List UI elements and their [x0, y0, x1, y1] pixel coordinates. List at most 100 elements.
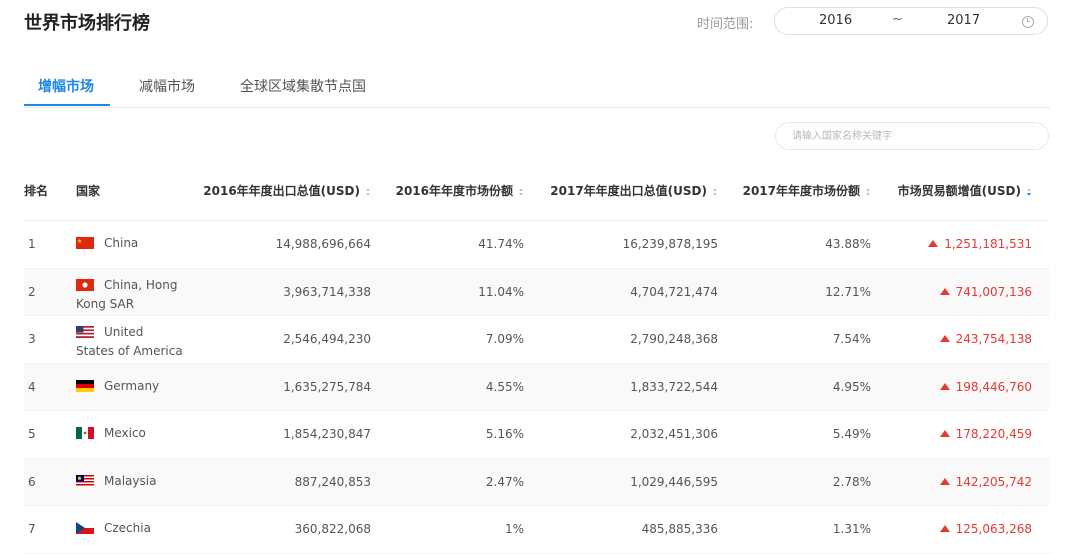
share-2016-cell: 2.47%: [485, 474, 524, 489]
country-name-line2: States of America: [76, 344, 183, 358]
increase-value: 1,251,181,531: [944, 237, 1032, 251]
col-share-2017-label: 2017年年度市场份额: [742, 184, 860, 198]
increase-value: 142,205,742: [955, 474, 1032, 489]
table-row: 4 Germany 1,635,275,784 4.55% 1,833,722,…: [24, 363, 1049, 411]
trade-increase-cell: 142,205,742: [939, 474, 1032, 489]
country-name-line2: Kong SAR: [76, 296, 135, 311]
range-end[interactable]: 2017: [947, 13, 980, 28]
rank-cell: 5: [28, 427, 36, 441]
rank-cell: 4: [28, 379, 36, 394]
active-tab-indicator: [24, 104, 110, 106]
cz-flag-icon: [76, 522, 94, 534]
country-cell: China: [76, 234, 196, 253]
export-2016-cell: 887,240,853: [294, 474, 371, 489]
trade-increase-cell: 243,754,138: [939, 332, 1032, 346]
time-range-label: 时间范围:: [697, 17, 754, 32]
table-row: 3 United States of America 2,546,494,230 …: [24, 316, 1049, 364]
col-export-2017-label: 2017年年度出口总值(USD): [550, 184, 707, 198]
increase-value: 243,754,138: [955, 332, 1032, 346]
rank-cell: 3: [28, 332, 36, 346]
tab-increase-market[interactable]: 增幅市场: [38, 76, 94, 96]
sort-icon[interactable]: [519, 187, 524, 196]
mx-flag-icon: [76, 427, 94, 439]
table-row: 1 China 14,988,696,664 41.74% 16,239,878…: [24, 221, 1049, 269]
export-2017-cell: 1,833,722,544: [630, 379, 718, 394]
export-2016-cell: 1,854,230,847: [283, 427, 371, 441]
export-2016-cell: 14,988,696,664: [275, 237, 371, 251]
col-export-2016-label: 2016年年度出口总值(USD): [203, 184, 360, 198]
up-arrow-icon: [939, 477, 950, 485]
export-2016-cell: 360,822,068: [294, 522, 371, 536]
share-2017-cell: 1.31%: [832, 522, 871, 536]
share-2016-cell: 7.09%: [485, 332, 524, 346]
table-header: 排名 国家 2016年年度出口总值(USD) 2016年年度市场份额 2017年…: [24, 168, 1049, 221]
my-flag-icon: [76, 474, 94, 487]
country-name: Czechia: [104, 521, 151, 535]
share-2017-cell: 7.54%: [832, 332, 871, 346]
export-2016-cell: 3,963,714,338: [283, 284, 371, 299]
share-2017-cell: 2.78%: [832, 474, 871, 489]
col-country: 国家: [76, 184, 101, 198]
col-export-2017[interactable]: 2017年年度出口总值(USD): [550, 182, 718, 199]
share-2016-cell: 1%: [504, 522, 524, 536]
up-arrow-icon: [939, 430, 950, 437]
country-cell: China, Hong Kong SAR: [76, 276, 196, 314]
increase-value: 741,007,136: [955, 284, 1032, 299]
share-2017-cell: 43.88%: [825, 237, 871, 251]
country-name: Mexico: [104, 426, 146, 440]
increase-value: 125,063,268: [955, 522, 1032, 536]
col-share-2016-label: 2016年年度市场份额: [395, 184, 513, 198]
increase-value: 178,220,459: [955, 427, 1032, 441]
export-2017-cell: 4,704,721,474: [630, 284, 718, 299]
table-body: 1 China 14,988,696,664 41.74% 16,239,878…: [24, 221, 1049, 554]
sort-icon[interactable]: [713, 187, 718, 196]
tab-distribution-hub[interactable]: 全球区域集散节点国: [240, 76, 366, 96]
table-row: 6 Malaysia 887,240,853 2.47% 1,029,446,5…: [24, 458, 1049, 506]
rank-cell: 1: [28, 237, 36, 251]
up-arrow-icon: [939, 525, 950, 532]
country-name: Germany: [104, 378, 160, 393]
page-title: 世界市场排行榜: [24, 13, 150, 34]
trade-increase-cell: 178,220,459: [939, 427, 1032, 441]
rank-cell: 7: [28, 522, 36, 536]
trade-increase-cell: 741,007,136: [939, 284, 1032, 299]
tab-decrease-market[interactable]: 减幅市场: [139, 76, 195, 96]
share-2016-cell: 41.74%: [478, 237, 524, 251]
country-cell: Mexico: [76, 424, 196, 443]
country-name-line1: China, Hong: [104, 277, 178, 292]
col-share-2017[interactable]: 2017年年度市场份额: [743, 182, 871, 199]
country-cell: Germany: [76, 377, 196, 396]
share-2017-cell: 4.95%: [832, 379, 871, 394]
export-2017-cell: 1,029,446,595: [630, 474, 718, 489]
sort-icon[interactable]: [1027, 187, 1032, 196]
up-arrow-icon: [939, 335, 950, 342]
col-export-2016[interactable]: 2016年年度出口总值(USD): [203, 182, 371, 199]
share-2017-cell: 12.71%: [825, 284, 871, 299]
rank-cell: 2: [28, 284, 36, 299]
date-range-picker[interactable]: 2016 ~ 2017: [774, 7, 1048, 35]
export-2017-cell: 16,239,878,195: [622, 237, 718, 251]
rank-cell: 6: [28, 474, 36, 489]
country-name: Malaysia: [104, 473, 157, 488]
hk-flag-icon: [76, 278, 94, 291]
export-2016-cell: 1,635,275,784: [283, 379, 371, 394]
table-row: 7 Czechia 360,822,068 1% 485,885,336 1.3…: [24, 506, 1049, 554]
share-2017-cell: 5.49%: [832, 427, 871, 441]
country-name: China: [104, 236, 139, 250]
export-2017-cell: 2,790,248,368: [630, 332, 718, 346]
range-start[interactable]: 2016: [819, 13, 852, 28]
sort-icon[interactable]: [866, 187, 871, 196]
market-ranking-table: 排名 国家 2016年年度出口总值(USD) 2016年年度市场份额 2017年…: [24, 168, 1049, 554]
country-cell: Malaysia: [76, 472, 196, 491]
col-trade-increase[interactable]: 市场贸易额增值(USD): [898, 182, 1032, 199]
country-cell: United States of America: [76, 323, 196, 361]
col-trade-increase-label: 市场贸易额增值(USD): [897, 184, 1021, 198]
trade-increase-cell: 125,063,268: [939, 522, 1032, 536]
export-2017-cell: 485,885,336: [641, 522, 718, 536]
sort-icon[interactable]: [366, 187, 371, 196]
up-arrow-icon: [939, 382, 950, 390]
col-share-2016[interactable]: 2016年年度市场份额: [396, 182, 524, 199]
increase-value: 198,446,760: [955, 379, 1032, 394]
country-cell: Czechia: [76, 519, 196, 538]
country-search-input[interactable]: [775, 122, 1049, 150]
